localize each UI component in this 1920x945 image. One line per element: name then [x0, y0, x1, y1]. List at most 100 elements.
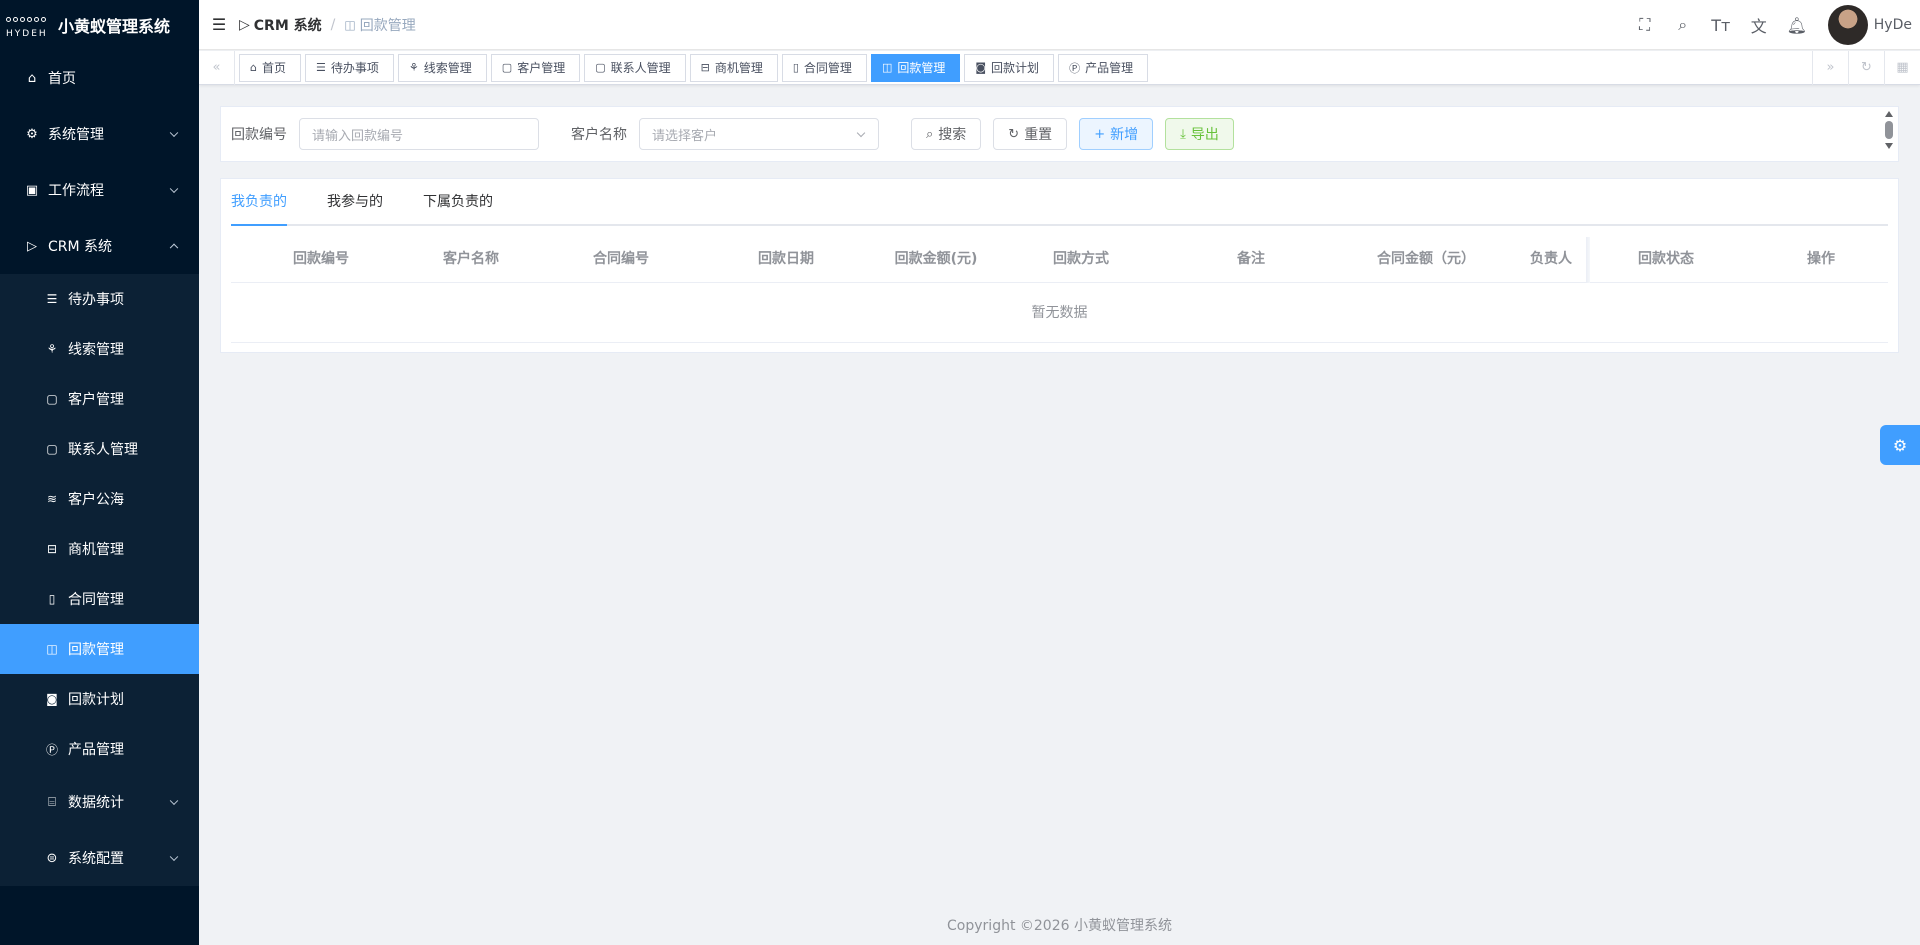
gear-icon: ⚙: [26, 126, 38, 142]
sidebar-item-leads[interactable]: ⚘ 线索管理: [0, 324, 199, 374]
tag-customers[interactable]: ▢ 客户管理: [490, 53, 581, 82]
tags-view: « ⌂ 首页 ☰ 待办事项 ⚘ 线索管理 ▢ 客户管理 ▢ 联系人管理 ⊟ 商机管理 ▯ 合同…: [199, 50, 1920, 85]
export-button[interactable]: ⤓ 导出: [1165, 118, 1234, 150]
sidebar-item-todo[interactable]: ☰ 待办事项: [0, 274, 199, 324]
bus-icon: ⊟: [46, 542, 58, 556]
product-icon: Ⓟ: [1069, 61, 1081, 75]
search-icon: ⌕: [926, 126, 934, 142]
sidebar-item-label: 商机管理: [68, 542, 124, 558]
breadcrumb-separator: /: [330, 16, 336, 33]
crm-icon: ▷: [239, 16, 250, 33]
username[interactable]: HyDe: [1874, 17, 1912, 33]
sidebar-item-label: 客户管理: [68, 392, 124, 408]
breadcrumb-root-label: CRM 系统: [253, 17, 322, 34]
scrollbar-thumb[interactable]: [1885, 121, 1893, 139]
payment-code-label: 回款编号: [231, 127, 287, 143]
filter-scrollbar[interactable]: [1884, 111, 1894, 159]
ownership-tabs: 我负责的 我参与的 下属负责的: [231, 179, 1888, 226]
logo-letters: HYDEH: [6, 29, 48, 39]
scroll-up-icon[interactable]: [1885, 111, 1893, 117]
tag-contracts[interactable]: ▯ 合同管理: [781, 53, 867, 82]
font-size-icon[interactable]: Tт: [1702, 16, 1740, 35]
sidebar-item-contracts[interactable]: ▯ 合同管理: [0, 574, 199, 624]
sidebar-item-label: 回款计划: [68, 692, 124, 708]
tag-home[interactable]: ⌂ 首页: [239, 53, 301, 82]
refresh-icon[interactable]: ↻: [1848, 50, 1884, 85]
menu-home[interactable]: ⌂ 首页: [0, 50, 199, 106]
customer-placeholder: 请选择客户: [652, 128, 718, 144]
sidebar-item-payment-plans[interactable]: ◙ 回款计划: [0, 674, 199, 724]
tag-opportunities[interactable]: ⊟ 商机管理: [689, 53, 778, 82]
tag-payment-plans[interactable]: ◙ 回款计划: [964, 53, 1055, 82]
customer-label: 客户名称: [571, 127, 627, 143]
menu-workflow[interactable]: ▣ 工作流程: [0, 162, 199, 218]
money-icon: ◙: [46, 692, 58, 706]
tag-label: 回款管理: [897, 61, 946, 75]
tag-label: 产品管理: [1085, 61, 1134, 75]
scroll-left-icon[interactable]: «: [199, 50, 235, 85]
main-content: 回款编号 请输入回款编号 客户名称 请选择客户 ⌕ 搜索 ↻ 重置 + 新增 ⤓…: [199, 85, 1920, 945]
leads-icon: ⚘: [46, 342, 58, 356]
tag-contacts[interactable]: ▢ 联系人管理: [584, 53, 686, 82]
payment-icon: ◫: [881, 61, 893, 74]
sidebar-item-public-pool[interactable]: ≋ 客户公海: [0, 474, 199, 524]
sidebar-item-label: 合同管理: [68, 592, 124, 608]
col-payment-status: 回款状态: [1638, 251, 1694, 267]
plus-icon: +: [1094, 126, 1106, 142]
hamburger-icon[interactable]: ☰: [199, 0, 239, 50]
tag-products[interactable]: Ⓟ 产品管理: [1058, 53, 1149, 82]
download-icon: ⤓: [1180, 126, 1186, 142]
tab-participating[interactable]: 我参与的: [327, 177, 383, 224]
menu-crm[interactable]: ▷ CRM 系统: [0, 218, 199, 274]
grid-icon[interactable]: ▦: [1884, 50, 1920, 85]
col-payment-date: 回款日期: [758, 251, 814, 267]
tag-payments[interactable]: ◫ 回款管理: [870, 53, 961, 82]
search-button[interactable]: ⌕ 搜索: [911, 118, 982, 150]
sidebar-item-label: 产品管理: [68, 742, 124, 758]
sidebar-item-statistics[interactable]: ⌸ 数据统计: [0, 774, 199, 830]
tab-subordinates[interactable]: 下属负责的: [423, 177, 493, 224]
reset-button[interactable]: ↻ 重置: [993, 118, 1068, 150]
bell-icon[interactable]: 🔔︎: [1778, 16, 1816, 35]
tab-mine[interactable]: 我负责的: [231, 177, 287, 226]
avatar[interactable]: [1827, 5, 1868, 45]
app-title: 小黄蚁管理系统: [58, 17, 171, 36]
sidebar-item-opportunities[interactable]: ⊟ 商机管理: [0, 524, 199, 574]
translate-icon[interactable]: 文: [1740, 13, 1778, 37]
workflow-icon: ▣: [25, 182, 39, 198]
tag-label: 待办事项: [330, 61, 379, 75]
chart-icon: ⌸: [48, 794, 56, 810]
col-remarks: 备注: [1237, 251, 1265, 267]
breadcrumb-root[interactable]: ▷ CRM 系统: [239, 15, 322, 35]
contact-card-icon: ▢: [501, 61, 513, 74]
col-contract-amount: 合同金额（元）: [1377, 251, 1475, 267]
sidebar-item-products[interactable]: Ⓟ 产品管理: [0, 724, 199, 774]
settings-gear-icon[interactable]: ⚙: [1880, 425, 1920, 465]
search-icon[interactable]: ⌕: [1664, 15, 1702, 35]
filter-bar: 回款编号 请输入回款编号 客户名称 请选择客户 ⌕ 搜索 ↻ 重置 + 新增 ⤓…: [220, 106, 1899, 162]
fullscreen-icon[interactable]: ⛶: [1626, 15, 1664, 35]
add-button[interactable]: + 新增: [1079, 118, 1154, 150]
sidebar-item-label: 数据统计: [68, 795, 124, 811]
sidebar-item-customers[interactable]: ▢ 客户管理: [0, 374, 199, 424]
chevron-down-icon: [169, 128, 179, 138]
tag-label: 首页: [261, 61, 286, 75]
sidebar-item-payments[interactable]: ◫ 回款管理: [0, 624, 199, 674]
sidebar: HYDEH 小黄蚁管理系统 ⌂ 首页 ⚙ 系统管理 ▣ 工作流程 ▷ CRM 系…: [0, 0, 199, 945]
chevron-down-icon: [169, 852, 179, 862]
tag-todo[interactable]: ☰ 待办事项: [305, 53, 394, 82]
sidebar-item-contacts[interactable]: ▢ 联系人管理: [0, 424, 199, 474]
scroll-right-icon[interactable]: »: [1812, 50, 1848, 85]
col-payment-amount: 回款金额(元): [894, 251, 978, 267]
logo[interactable]: HYDEH 小黄蚁管理系统: [0, 0, 199, 50]
footer-copyright: Copyright ©2026 小黄蚁管理系统: [947, 918, 1172, 934]
menu-system[interactable]: ⚙ 系统管理: [0, 106, 199, 162]
payment-code-input[interactable]: 请输入回款编号: [299, 118, 539, 150]
breadcrumb-current: ◫ 回款管理: [344, 15, 415, 35]
sidebar-item-config[interactable]: ⊜ 系统配置: [0, 830, 199, 886]
customer-select[interactable]: 请选择客户: [639, 118, 879, 150]
scroll-down-icon[interactable]: [1885, 143, 1893, 149]
col-customer-name: 客户名称: [443, 251, 499, 267]
search-button-label: 搜索: [938, 127, 967, 143]
tag-leads[interactable]: ⚘ 线索管理: [397, 53, 487, 82]
